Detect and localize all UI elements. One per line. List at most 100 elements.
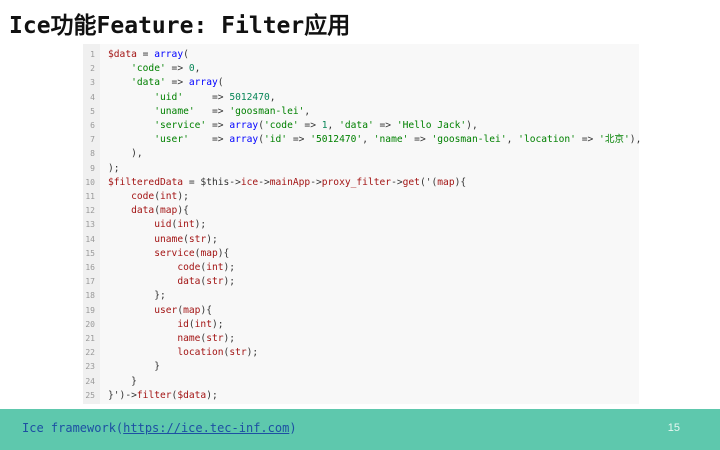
code-token: str	[206, 333, 224, 344]
code-token: =>	[575, 134, 600, 146]
code-token: ){	[454, 176, 467, 188]
line-number: 5	[90, 106, 95, 116]
line-number: 10	[85, 177, 95, 187]
code-token: 'Hello Jack'	[396, 120, 467, 131]
code-token: ->	[258, 176, 270, 188]
code-token: =>	[188, 134, 230, 146]
code-token: ,	[304, 105, 311, 117]
code-line: 15 service(map){	[83, 247, 229, 261]
code-token: str	[229, 347, 247, 359]
code-token: ,	[269, 91, 276, 103]
code-token: code	[131, 191, 155, 202]
line-number: 17	[85, 277, 95, 287]
line-number: 14	[85, 234, 95, 244]
code-token: );	[194, 219, 207, 231]
line-number: 4	[90, 92, 95, 102]
code-token: );	[223, 333, 236, 344]
code-token: '北京'	[599, 134, 630, 146]
code-token: }	[108, 361, 160, 373]
code-token: =	[136, 49, 155, 60]
code-token: );	[211, 318, 224, 330]
code-token: 'goosman-lei'	[229, 105, 305, 117]
code-token: 'service'	[154, 120, 207, 131]
code-token: ,	[506, 134, 519, 146]
code-token: ice	[240, 176, 259, 188]
code-line: 7 'user' => array('id' => '5012470', 'na…	[83, 133, 641, 147]
code-token: ),	[466, 120, 478, 131]
code-token: =>	[287, 134, 311, 146]
code-token: ,	[362, 134, 374, 146]
code-token: =>	[194, 105, 230, 117]
code-token: array	[154, 49, 184, 60]
code-token: );	[206, 233, 218, 245]
line-number: 18	[85, 291, 95, 301]
code-token: 'code'	[263, 120, 299, 131]
code-line: 13 uid(int);	[83, 218, 206, 232]
code-token: code	[177, 262, 201, 273]
code-token: proxy_filter	[321, 176, 392, 188]
code-line: 4 'uid' => 5012470,	[83, 91, 276, 105]
line-number: 20	[85, 319, 95, 329]
line-number: 3	[90, 78, 95, 88]
code-token: = $this->	[183, 176, 241, 188]
code-line: 25}')->filter($data);	[83, 389, 217, 403]
code-token: service	[154, 247, 195, 259]
code-line: 14 uname(str);	[83, 233, 218, 247]
code-line: 1 $data = array(	[83, 48, 189, 62]
code-token: }	[108, 375, 137, 387]
code-token: }')->	[108, 389, 137, 401]
code-line: 19 user(map){	[83, 304, 212, 318]
code-token: mainApp	[269, 176, 311, 188]
code-line: 22 location(str);	[83, 346, 258, 360]
code-token: 5012470	[229, 91, 270, 103]
code-token: $data	[177, 389, 207, 401]
code-token: map	[183, 304, 201, 316]
code-line: 6 'service' => array('code' => 1, 'data'…	[83, 119, 478, 133]
line-number: 8	[90, 149, 95, 159]
line-number: 9	[90, 163, 95, 173]
code-token: };	[108, 290, 166, 302]
line-number: 2	[90, 64, 95, 74]
code-token: location	[177, 347, 224, 359]
code-token: ){	[217, 247, 230, 259]
code-line: 21 name(str);	[83, 332, 235, 346]
footer-prefix: Ice framework(	[22, 421, 124, 435]
footer-bar: Ice framework(https://ice.tec-inf.com) 1…	[0, 409, 720, 450]
code-token: data	[131, 205, 155, 217]
code-line: 11 code(int);	[83, 190, 189, 204]
code-token: =>	[373, 120, 397, 131]
line-number: 24	[85, 376, 95, 386]
code-token: $filteredData	[108, 176, 184, 188]
code-token: int	[194, 318, 212, 330]
code-token: get	[402, 176, 420, 188]
code-token: filter	[136, 389, 172, 401]
code-line: 3 'data' => array(	[83, 76, 223, 90]
code-token: str	[188, 233, 207, 245]
code-token: ,	[327, 120, 340, 131]
footer-link[interactable]: https://ice.tec-inf.com	[123, 421, 289, 435]
code-line: 20 id(int);	[83, 318, 224, 332]
code-line: 5 'uname' => 'goosman-lei',	[83, 105, 310, 119]
line-number: 16	[85, 263, 95, 272]
code-line: 8 ),	[83, 147, 142, 161]
line-number: 7	[90, 135, 95, 145]
code-line: 18 };	[83, 289, 166, 303]
code-token: 'uname'	[154, 105, 195, 117]
code-token: =>	[165, 63, 189, 75]
code-token: );	[223, 262, 236, 273]
line-number: 25	[85, 390, 95, 400]
line-number: 22	[85, 348, 95, 358]
code-line: 23 }	[83, 360, 160, 374]
